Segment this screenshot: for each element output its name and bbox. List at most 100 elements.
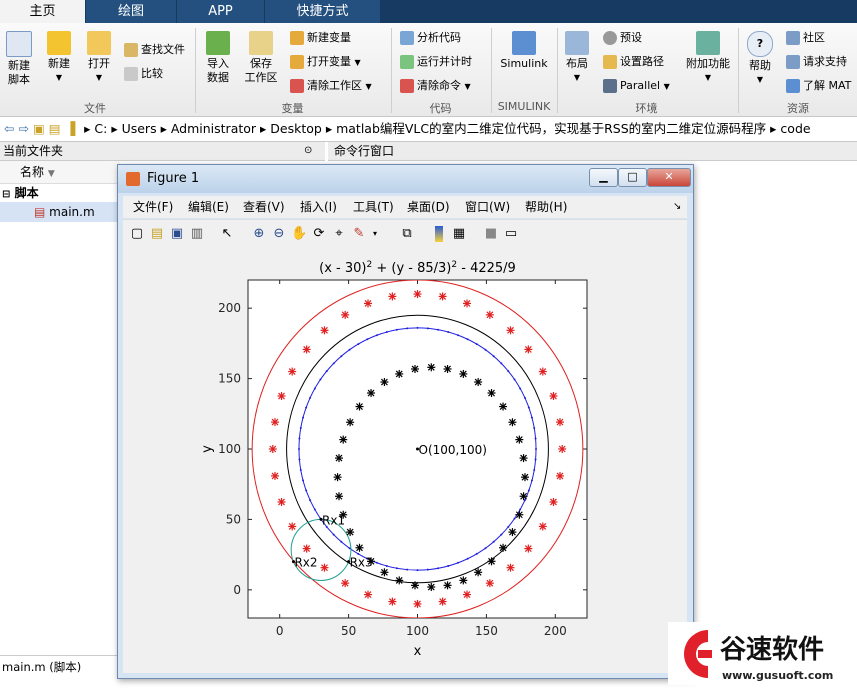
analyze-code-button[interactable]: 分析代码	[400, 28, 461, 48]
request-support-button[interactable]: 请求支持	[786, 52, 847, 72]
collapse-icon[interactable]: ⊟	[2, 189, 10, 200]
menu-insert[interactable]: 插入(I)	[300, 196, 337, 218]
breadcrumb-item[interactable]: Administrator	[171, 121, 256, 136]
new-button[interactable]: 新建 ▼	[44, 31, 74, 85]
menu-tools[interactable]: 工具(T)	[353, 196, 394, 218]
chevron-down-icon: ▼	[354, 58, 361, 67]
clear-commands-button[interactable]: 清除命令 ▼	[400, 76, 471, 96]
blue-point	[426, 327, 429, 330]
clear-workspace-icon	[290, 79, 304, 93]
browse-folder-icon[interactable]: ▤	[49, 121, 61, 136]
blue-point	[348, 348, 351, 351]
pan-icon[interactable]: ✋	[291, 226, 307, 242]
star-marker	[302, 345, 311, 354]
community-button[interactable]: 社区	[786, 28, 825, 48]
layout-button[interactable]: 布局 ▼	[562, 31, 592, 85]
clear-workspace-button[interactable]: 清除工作区 ▼	[290, 76, 372, 96]
parallel-button[interactable]: Parallel ▼	[603, 76, 670, 96]
dock-arrow-icon[interactable]: ↘	[673, 196, 681, 218]
blue-point	[535, 448, 538, 450]
analyze-icon	[400, 31, 414, 45]
open-variable-button[interactable]: 打开变量 ▼	[290, 52, 361, 72]
hide-tools-icon[interactable]: ■	[483, 226, 499, 242]
brush-icon[interactable]: ✎	[351, 226, 367, 242]
compare-button[interactable]: 比较	[124, 64, 163, 84]
help-icon: ?	[747, 31, 773, 57]
up-folder-icon[interactable]: ▣	[33, 121, 45, 136]
star-marker	[427, 363, 436, 372]
help-button[interactable]: ? 帮助 ▼	[745, 31, 775, 87]
panel-menu-icon[interactable]: ⊙	[304, 142, 312, 160]
menu-help[interactable]: 帮助(H)	[525, 196, 567, 218]
print-icon[interactable]: ▥	[189, 226, 205, 242]
find-files-button[interactable]: 查找文件	[124, 40, 185, 60]
breadcrumb-item[interactable]: Users	[122, 121, 157, 136]
menu-view[interactable]: 查看(V)	[243, 196, 285, 218]
rotate-icon[interactable]: ⟳	[311, 226, 327, 242]
blue-point	[416, 569, 419, 572]
star-marker	[443, 581, 452, 590]
simulink-icon	[512, 31, 536, 55]
list-item[interactable]: ▤ main.m	[0, 202, 118, 222]
new-script-icon	[6, 31, 32, 57]
new-figure-icon[interactable]: ▢	[129, 226, 145, 242]
zoom-in-icon[interactable]: ⊕	[251, 226, 267, 242]
blue-point	[527, 489, 530, 492]
menu-window[interactable]: 窗口(W)	[465, 196, 510, 218]
set-path-button[interactable]: 设置路径	[603, 52, 664, 72]
pointer-icon[interactable]: ↖	[219, 226, 235, 242]
addons-button[interactable]: 附加功能 ▼	[684, 31, 732, 85]
legend-icon[interactable]: ▦	[451, 226, 467, 242]
breadcrumb-item[interactable]: C:	[94, 121, 107, 136]
import-data-button[interactable]: 导入 数据	[203, 31, 233, 85]
analyze-label: 分析代码	[417, 31, 461, 44]
zoom-out-icon[interactable]: ⊖	[271, 226, 287, 242]
learn-matlab-button[interactable]: 了解 MAT	[786, 76, 851, 96]
minimize-button[interactable]: ▁	[589, 168, 618, 187]
run-and-time-button[interactable]: 运行并计时	[400, 52, 472, 72]
blue-point	[332, 362, 335, 365]
star-marker	[519, 454, 528, 463]
tab-apps[interactable]: APP	[177, 0, 264, 23]
save-icon[interactable]: ▣	[169, 226, 185, 242]
y-axis-label: y	[200, 445, 215, 453]
blue-point	[475, 343, 478, 346]
breadcrumb-item[interactable]: code	[780, 121, 810, 136]
save-workspace-button[interactable]: 保存 工作区	[243, 31, 279, 85]
breadcrumb-item[interactable]: matlab编程VLC的室内二维定位代码，实现基于RSS的室内二维定位源码程序	[336, 121, 766, 136]
dock-icon[interactable]: ▭	[503, 226, 519, 242]
blue-point	[534, 437, 537, 440]
menu-file[interactable]: 文件(F)	[133, 196, 173, 218]
breadcrumb-item[interactable]: Desktop	[270, 121, 322, 136]
blue-point	[319, 378, 322, 381]
open-button[interactable]: 打开 ▼	[84, 31, 114, 85]
maximize-button[interactable]: □	[618, 168, 647, 187]
blue-point	[395, 328, 398, 331]
preferences-button[interactable]: 预设	[603, 28, 642, 48]
colorbar-icon[interactable]	[435, 226, 443, 242]
y-tick-label: 200	[218, 301, 241, 315]
code-group-label: 代码	[429, 102, 452, 115]
star-marker	[474, 568, 483, 577]
tab-home[interactable]: 主页	[0, 0, 85, 23]
chevron-down-icon[interactable]: ▾	[367, 226, 383, 242]
star-marker	[487, 557, 496, 566]
simulink-button[interactable]: Simulink	[498, 31, 550, 71]
tab-plots[interactable]: 绘图	[86, 0, 176, 23]
open-icon[interactable]: ▤	[149, 226, 165, 242]
new-variable-button[interactable]: 新建变量	[290, 28, 351, 48]
tab-shortcuts[interactable]: 快捷方式	[265, 0, 380, 23]
forward-icon[interactable]: ⇨	[18, 121, 28, 136]
new-script-button[interactable]: 新建 脚本	[4, 31, 34, 87]
menu-edit[interactable]: 编辑(E)	[188, 196, 229, 218]
chevron-down-icon: ▼	[95, 73, 103, 82]
column-name-header[interactable]: 名称 ▼	[20, 165, 55, 179]
tree-group-scripts[interactable]: ⊟ 脚本	[0, 184, 118, 202]
blue-point	[309, 499, 312, 502]
close-button[interactable]: ✕	[647, 168, 691, 187]
data-cursor-icon[interactable]: ⌖	[331, 226, 347, 242]
back-icon[interactable]: ⇦	[4, 121, 14, 136]
star-marker	[485, 310, 494, 319]
menu-desktop[interactable]: 桌面(D)	[407, 196, 450, 218]
link-icon[interactable]: ⧉	[399, 226, 415, 242]
